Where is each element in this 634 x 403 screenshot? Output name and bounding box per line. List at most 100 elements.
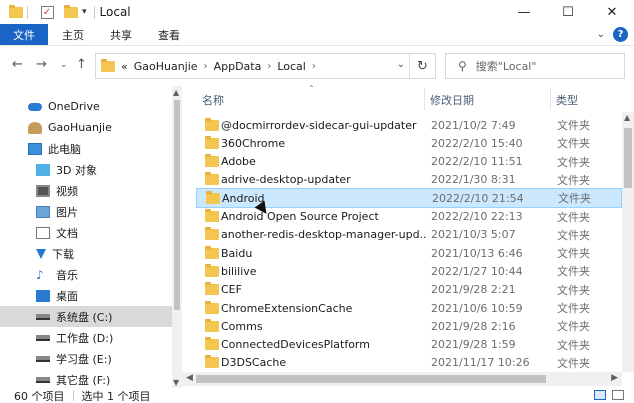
sidebar-item[interactable]: OneDrive (0, 96, 172, 117)
scroll-up-icon[interactable]: ▲ (624, 113, 630, 122)
breadcrumb-gaohuanjie[interactable]: GaoHuanjie (134, 60, 198, 73)
folder-icon (205, 300, 219, 314)
scroll-thumb[interactable] (624, 128, 632, 188)
navigation-pane: OneDrive GaoHuanjie 此电脑 3D 对象 视频图片文档下载 ♪ 音乐 桌面系… (0, 86, 180, 389)
file-date: 2021/10/6 10:59 (431, 301, 523, 315)
file-name: 360Chrome (221, 136, 286, 150)
file-row[interactable]: 360Chrome 2022/2/10 15:40 文件夹 (196, 133, 622, 153)
address-bar[interactable]: « GaoHuanjie › AppData › Local › ⌄ ↻ (95, 53, 436, 79)
file-row[interactable]: bililive 2022/1/27 10:44 文件夹 (196, 261, 622, 281)
horizontal-scrollbar[interactable]: ◀ ▶ (182, 372, 622, 386)
file-row[interactable]: adrive-desktop-updater 2022/1/30 8:31 文件夹 (196, 170, 622, 190)
file-row[interactable]: CEF 2021/9/28 2:21 文件夹 (196, 280, 622, 300)
sidebar-item[interactable]: 工作盘 (D:) (0, 327, 172, 348)
file-row[interactable]: another-redis-desktop-manager-upd... 2021… (196, 225, 622, 245)
column-divider[interactable] (550, 88, 551, 110)
quick-access-dropdown-icon[interactable]: ▾ (82, 7, 87, 17)
folder-icon (205, 117, 219, 131)
scroll-left-icon[interactable]: ◀ (186, 373, 193, 383)
file-list-scrollbar[interactable]: ▲ (622, 112, 634, 372)
breadcrumb-appdata[interactable]: AppData (214, 60, 262, 73)
search-input[interactable]: ⚲ 搜索"Local" (445, 53, 625, 79)
large-icons-view-icon[interactable] (612, 390, 624, 400)
expand-ribbon-icon[interactable]: ⌄ (597, 29, 605, 40)
sidebar-item-label: 学习盘 (E:) (56, 352, 112, 366)
sidebar-item[interactable]: 学习盘 (E:) (0, 348, 172, 369)
refresh-icon[interactable]: ↻ (409, 54, 435, 78)
file-row[interactable]: D3DSCache 2021/11/17 10:26 文件夹 (196, 353, 622, 373)
forward-icon[interactable]: → (36, 57, 47, 72)
file-row[interactable]: @docmirrordev-sidecar-gui-updater 2021/10… (196, 115, 622, 135)
file-row[interactable]: ConnectedDevicesPlatform 2021/9/28 1:59 文件… (196, 335, 622, 355)
address-dropdown-icon[interactable]: ⌄ (397, 59, 405, 70)
sidebar-item[interactable]: 下载 (0, 243, 172, 264)
file-name: ChromeExtensionCache (221, 301, 353, 315)
file-type: 文件夹 (557, 338, 590, 352)
divider (27, 5, 28, 19)
sidebar-item[interactable]: 文档 (0, 222, 172, 243)
file-type: 文件夹 (557, 228, 590, 242)
address-overflow[interactable]: « (121, 60, 128, 73)
sidebar-item[interactable]: 3D 对象 (0, 159, 172, 180)
folder-icon (205, 337, 219, 351)
chevron-right-icon[interactable]: › (267, 61, 271, 72)
tab-share[interactable]: 共享 (98, 24, 144, 45)
title-bar: ✓ ▾ Local — ☐ ✕ (0, 0, 634, 24)
tab-view[interactable]: 查看 (146, 24, 192, 45)
back-icon[interactable]: ← (12, 57, 23, 72)
file-name: Baidu (221, 246, 253, 260)
sidebar-item[interactable]: 系统盘 (C:) (0, 306, 172, 327)
file-date: 2022/2/10 21:54 (432, 191, 524, 205)
chevron-right-icon[interactable]: › (312, 61, 316, 72)
ribbon-tabs: 文件 主页 共享 查看 ⌄ ? (0, 24, 634, 46)
sidebar-item[interactable]: 桌面 (0, 285, 172, 306)
file-date: 2021/9/28 1:59 (431, 338, 516, 352)
column-name[interactable]: 名称 (202, 92, 224, 108)
scroll-thumb[interactable] (196, 375, 546, 383)
sidebar-item-label: 图片 (56, 205, 78, 219)
folder-icon (205, 318, 219, 332)
sidebar-item[interactable]: ♪ 音乐 (0, 264, 172, 285)
scroll-thumb[interactable] (174, 100, 180, 310)
column-type[interactable]: 类型 (556, 92, 578, 108)
sidebar-item[interactable]: 图片 (0, 201, 172, 222)
chevron-right-icon[interactable]: › (204, 61, 208, 72)
file-row[interactable]: ChromeExtensionCache 2021/10/6 10:59 文件夹 (196, 298, 622, 318)
tab-file[interactable]: 文件 (0, 24, 48, 45)
sidebar-item[interactable]: 视频 (0, 180, 172, 201)
file-row[interactable]: Baidu 2021/10/13 6:46 文件夹 (196, 243, 622, 263)
cloud-icon (28, 102, 42, 111)
tab-home[interactable]: 主页 (50, 24, 96, 45)
file-date: 2022/2/10 22:13 (431, 210, 523, 223)
sidebar-item[interactable]: 此电脑 (0, 138, 172, 159)
nav-scrollbar[interactable]: ▲ ▼ (172, 86, 182, 389)
sidebar-item-label: 文档 (56, 226, 78, 240)
file-date: 2021/9/28 2:21 (431, 283, 516, 297)
scroll-right-icon[interactable]: ▶ (611, 373, 618, 383)
file-date: 2022/2/10 15:40 (431, 136, 523, 150)
scroll-up-icon[interactable]: ▲ (173, 88, 179, 97)
properties-icon[interactable]: ✓ (39, 5, 55, 19)
recent-dropdown-icon[interactable]: ⌄ (60, 60, 68, 70)
minimize-button[interactable]: — (502, 0, 546, 24)
file-date: 2022/2/10 11:51 (431, 155, 523, 169)
details-view-icon[interactable] (594, 390, 606, 400)
file-date: 2021/10/13 6:46 (431, 246, 523, 260)
column-divider[interactable] (424, 88, 425, 110)
close-button[interactable]: ✕ (590, 0, 634, 24)
scroll-down-icon[interactable]: ▼ (173, 378, 179, 387)
file-row[interactable]: Comms 2021/9/28 2:16 文件夹 (196, 316, 622, 336)
breadcrumb-local[interactable]: Local (277, 60, 306, 73)
help-icon[interactable]: ? (613, 27, 628, 42)
file-row[interactable]: Adobe 2022/2/10 11:51 文件夹 (196, 152, 622, 172)
download-icon (36, 248, 46, 259)
column-date[interactable]: 修改日期 (430, 92, 474, 108)
maximize-button[interactable]: ☐ (546, 0, 590, 24)
up-icon[interactable]: ↑ (76, 57, 87, 72)
new-folder-icon[interactable] (63, 4, 79, 19)
file-type: 文件夹 (557, 320, 590, 334)
sidebar-item[interactable]: GaoHuanjie (0, 117, 172, 138)
item-count: 60 个项目 (14, 389, 65, 403)
drive-icon (36, 355, 50, 362)
file-type: 文件夹 (557, 283, 590, 297)
